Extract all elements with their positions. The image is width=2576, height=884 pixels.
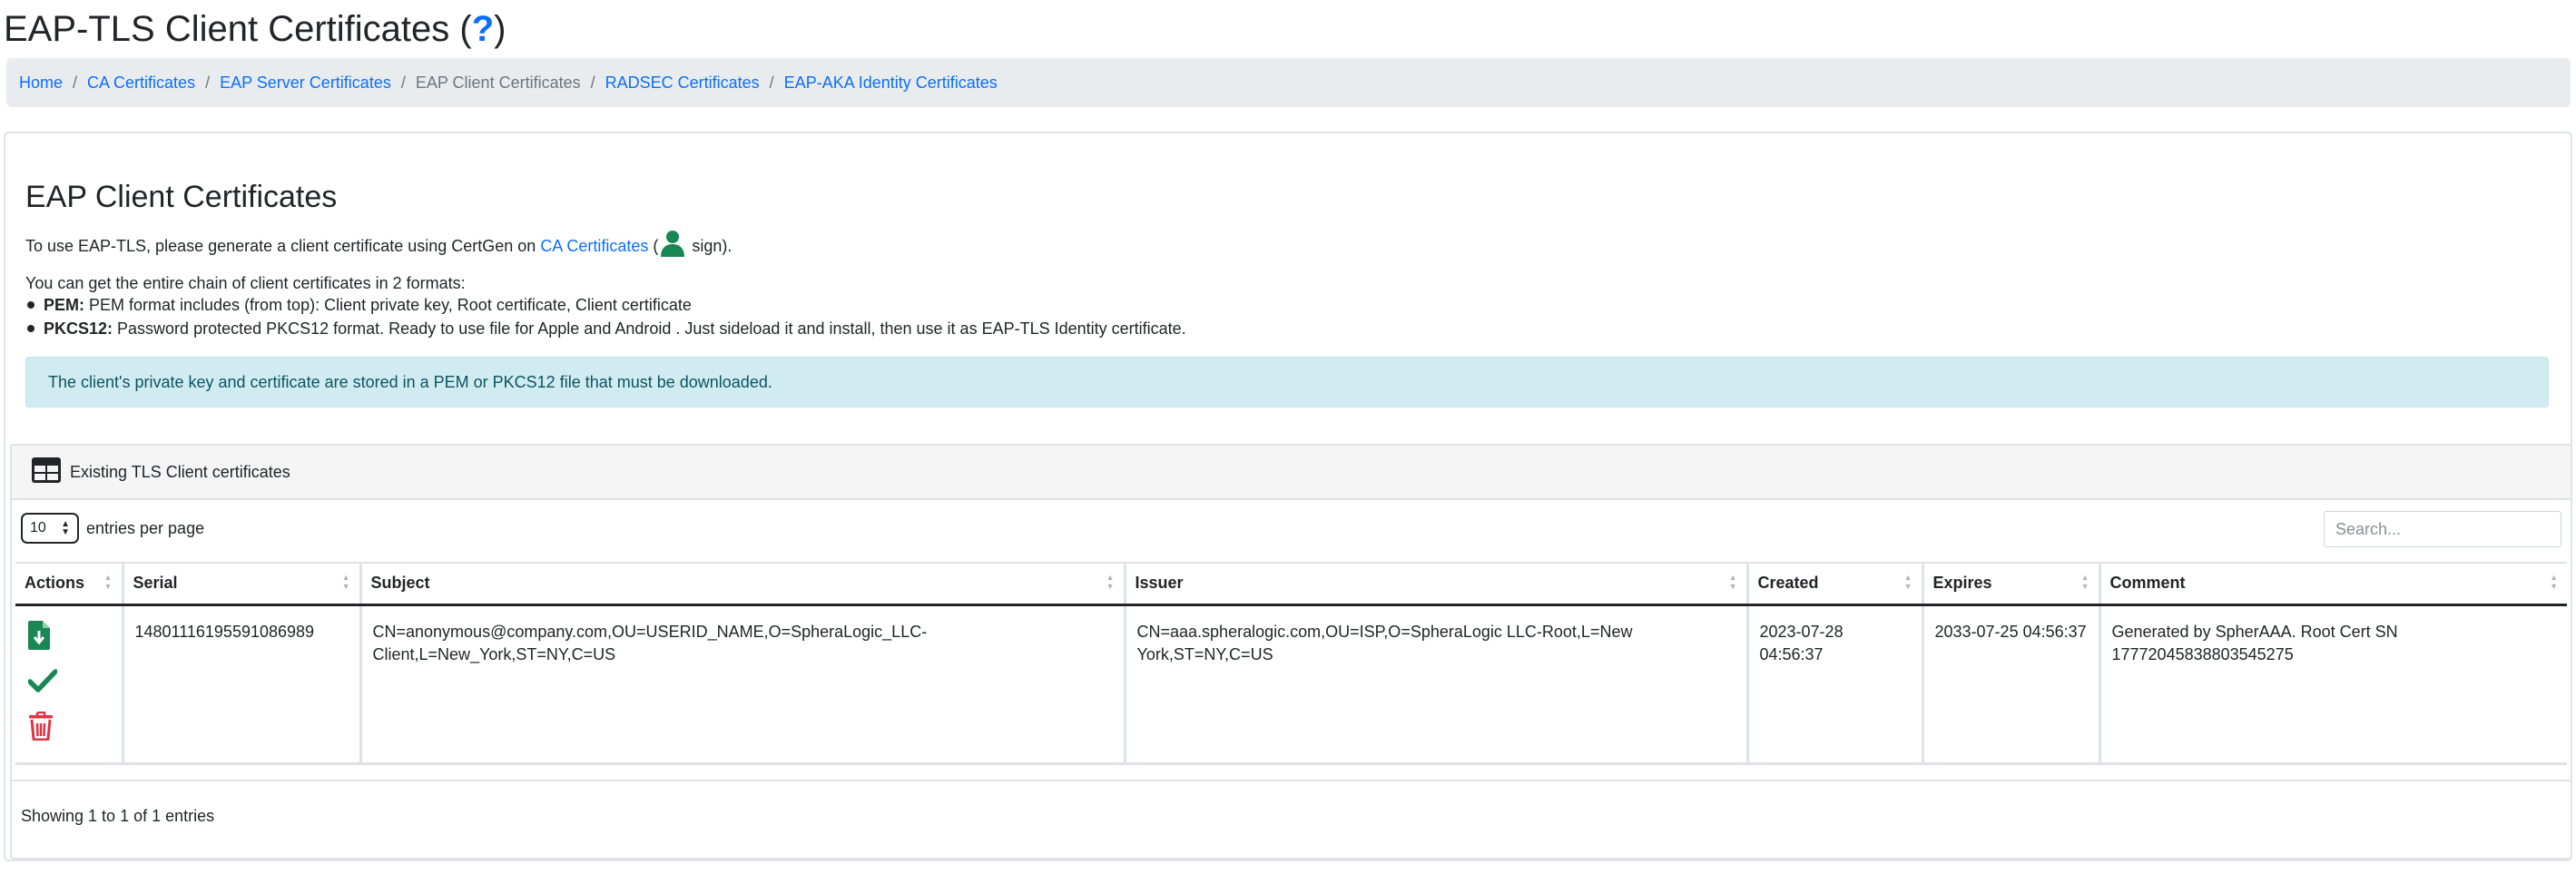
intro-text: To use EAP-TLS, please generate a client… [25, 230, 732, 265]
column-header-expires[interactable]: Expires ▲ ▼ [1921, 562, 2099, 606]
breadcrumb-separator: / [400, 73, 406, 92]
intro-paren: ( [648, 237, 659, 255]
entries-per-page-label: entries per page [86, 518, 205, 537]
cell-serial: 14801116195591086989 [121, 604, 360, 765]
cell-comment: Generated by SpherAAA. Root Cert SN 1777… [2098, 604, 2567, 765]
sort-icon: ▲ ▼ [1903, 573, 1912, 591]
sort-icon: ▲ ▼ [341, 573, 350, 591]
sort-icon: ▲ ▼ [2080, 573, 2089, 591]
client-certificates-card: EAP Client Certificates To use EAP-TLS, … [4, 132, 2572, 861]
page-title-text: EAP-TLS Client Certificates ( [4, 9, 472, 49]
intro-before: To use EAP-TLS, please generate a client… [25, 237, 541, 255]
table-header-row: Actions ▲ ▼ Serial ▲ ▼ Subject ▲ ▼ Issuer ▲ ▼ Cr… [15, 562, 2567, 606]
column-header-comment[interactable]: Comment ▲ ▼ [2098, 562, 2567, 606]
certificates-table-card: Existing TLS Client certificates 10 ▲ ▼ e… [10, 444, 2572, 859]
table-info: Showing 1 to 1 of 1 entries [21, 807, 215, 825]
breadcrumb-eap-aka-identity-certificates[interactable]: EAP-AKA Identity Certificates [784, 74, 998, 93]
breadcrumb-radsec-certificates[interactable]: RADSEC Certificates [605, 74, 760, 93]
info-alert: The client's private key and certificate… [25, 357, 2549, 408]
format-description: PEM format includes (from top): Client p… [84, 296, 692, 314]
trash-icon[interactable] [28, 711, 111, 747]
breadcrumb-separator: / [769, 73, 774, 92]
sort-icon: ▲ ▼ [2550, 573, 2558, 591]
table-row: 14801116195591086989 CN=anonymous@compan… [15, 604, 2567, 765]
row-actions [27, 620, 111, 747]
cell-actions [15, 604, 123, 765]
select-arrows-icon: ▲ ▼ [61, 519, 70, 537]
column-header-label: Actions [25, 574, 85, 593]
file-download-icon[interactable] [28, 620, 111, 656]
breadcrumb-separator: / [73, 73, 78, 92]
page-title: EAP-TLS Client Certificates (?) [4, 2, 506, 56]
help-link[interactable]: ? [472, 9, 494, 49]
intro-after: sign). [687, 237, 732, 255]
sort-icon: ▲ ▼ [1728, 573, 1737, 591]
entries-per-page-value: 10 [30, 520, 46, 535]
column-header-serial[interactable]: Serial ▲ ▼ [121, 562, 360, 606]
column-header-label: Issuer [1135, 574, 1184, 593]
table-card-title: Existing TLS Client certificates [70, 462, 290, 481]
breadcrumb-eap-server-certificates[interactable]: EAP Server Certificates [220, 74, 391, 93]
ca-certificates-link[interactable]: CA Certificates [540, 237, 648, 255]
cell-issuer: CN=aaa.spheralogic.com,OU=ISP,O=SpheraLo… [1123, 604, 1747, 765]
cell-subject: CN=anonymous@company.com,OU=USERID_NAME,… [359, 604, 1125, 765]
format-label: PEM: [44, 296, 84, 314]
column-header-actions[interactable]: Actions ▲ ▼ [15, 562, 123, 606]
column-header-label: Created [1757, 574, 1819, 593]
column-header-label: Comment [2109, 574, 2186, 593]
breadcrumb-eap-client-certificates: EAP Client Certificates [415, 73, 581, 92]
table-footer-divider [12, 780, 2571, 781]
format-description: Password protected PKCS12 format. Ready … [113, 319, 1186, 338]
entries-per-page: 10 ▲ ▼ entries per page [21, 513, 204, 544]
page-title-end: ) [494, 9, 506, 49]
person-icon [660, 230, 685, 265]
column-header-subject[interactable]: Subject ▲ ▼ [359, 562, 1125, 606]
breadcrumb: Home / CA Certificates / EAP Server Cert… [6, 58, 2571, 107]
table-card-header: Existing TLS Client certificates [12, 446, 2571, 500]
breadcrumb-separator: / [590, 73, 595, 92]
breadcrumb-home[interactable]: Home [19, 74, 63, 93]
list-item: PKCS12: Password protected PKCS12 format… [25, 317, 1186, 340]
sort-icon: ▲ ▼ [1106, 573, 1115, 591]
column-header-issuer[interactable]: Issuer ▲ ▼ [1123, 562, 1747, 606]
column-header-created[interactable]: Created ▲ ▼ [1745, 562, 1922, 606]
search-input[interactable] [2324, 511, 2561, 547]
format-label: PKCS12: [44, 319, 113, 338]
list-item: PEM: PEM format includes (from top): Cli… [25, 293, 1186, 317]
breadcrumb-ca-certificates[interactable]: CA Certificates [87, 74, 195, 93]
column-header-label: Serial [133, 574, 178, 593]
formats-list: PEM: PEM format includes (from top): Cli… [25, 293, 1186, 340]
section-heading: EAP Client Certificates [25, 180, 338, 214]
check-icon[interactable] [27, 668, 111, 699]
column-header-label: Expires [1932, 574, 1992, 593]
cell-expires: 2033-07-25 04:56:37 [1921, 604, 2099, 765]
entries-per-page-select[interactable]: 10 ▲ ▼ [21, 513, 79, 544]
table-icon [32, 457, 61, 487]
sort-icon: ▲ ▼ [103, 573, 113, 591]
column-header-label: Subject [370, 574, 430, 593]
certificates-table: Actions ▲ ▼ Serial ▲ ▼ Subject ▲ ▼ Issuer ▲ ▼ Cr… [15, 562, 2567, 765]
cell-created: 2023-07-28 04:56:37 [1745, 604, 1922, 765]
breadcrumb-separator: / [205, 73, 211, 92]
